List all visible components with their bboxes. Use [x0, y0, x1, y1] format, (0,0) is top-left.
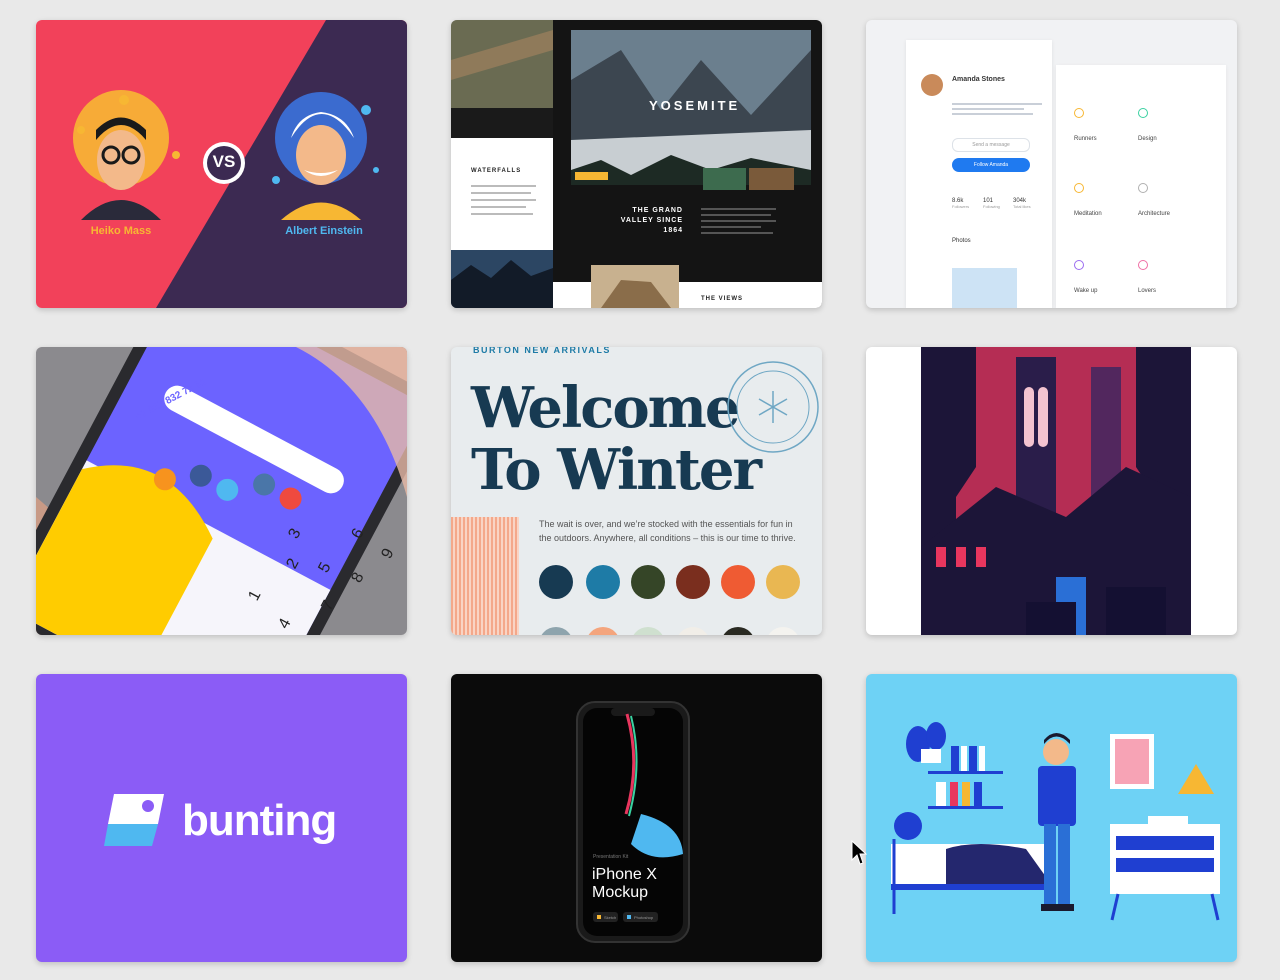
right-person-name: Albert Einstein [285, 225, 363, 237]
avatar [921, 74, 943, 96]
stat-label: Total likes [1013, 204, 1031, 209]
palette-swatch [766, 565, 800, 599]
stat-label: Followers [952, 204, 970, 209]
welcome-title-line-2: To Winter [471, 437, 762, 503]
category-design[interactable]: Design [1138, 108, 1193, 158]
iphone-title: iPhone X Mockup [592, 866, 657, 902]
category-architecture[interactable]: Architecture [1138, 183, 1198, 233]
photos-label: Photos [952, 238, 971, 244]
grand-valley-headline: THE GRAND VALLEY SINCE 1864 [611, 206, 683, 236]
category-label: Architecture [1138, 211, 1171, 217]
burton-body-text: The wait is over, and we’re stocked with… [539, 519, 796, 543]
category-icon [1074, 108, 1084, 118]
waterfalls-heading: WATERFALLS [471, 168, 522, 174]
welcome-title-line-1: Welcome [471, 375, 741, 441]
photoshop-tag: Photoshop [634, 915, 654, 920]
category-icon [1138, 108, 1148, 118]
vs-badge-text: VS [212, 152, 236, 171]
shot-card-profile[interactable]: Amanda Stones Send a message Follow Aman… [866, 20, 1237, 308]
palette-swatch [539, 565, 573, 599]
stat-following: 101 Following [983, 198, 1000, 209]
shot-card-bedroom[interactable] [866, 674, 1237, 962]
palette-swatch [631, 627, 665, 635]
headline-line-3: 1864 [663, 227, 683, 234]
mouse-cursor-icon [851, 840, 867, 865]
palette-swatch [721, 565, 755, 599]
the-views-label: THE VIEWS [701, 296, 744, 302]
category-lovers[interactable]: Lovers [1138, 260, 1193, 305]
shot-card-bunting[interactable]: bunting [36, 674, 407, 962]
category-label: Runners [1074, 136, 1097, 142]
stat-followers: 8.6k Followers [952, 198, 969, 209]
phone-app-illustration [36, 347, 407, 635]
palette-swatch [586, 565, 620, 599]
castle-illustration [921, 347, 1191, 635]
stat-likes: 304k Total likes [1013, 198, 1031, 209]
category-label: Wake up [1074, 288, 1098, 294]
yosemite-hero-title: YOSEMITE [649, 98, 741, 113]
category-icon [1138, 260, 1148, 270]
headline-line-1: THE GRAND [632, 207, 683, 214]
palette-swatch [586, 627, 620, 635]
category-label: Lovers [1138, 288, 1157, 294]
category-label: Meditation [1074, 211, 1102, 217]
shot-card-vs[interactable]: VS Heiko Mass Albert Einstein [36, 20, 407, 308]
profile-name: Amanda Stones [952, 76, 1005, 83]
profile-bio [952, 100, 1042, 118]
sketch-tag: Sketch [604, 915, 617, 920]
shot-card-phone-app[interactable]: +7 817 832 72 81 3 2 6 5 1 8 9 4 7 [36, 347, 407, 635]
shot-card-castle[interactable] [866, 347, 1237, 635]
yosemite-illustration [451, 20, 822, 308]
iphone-caption: Presentation Kit [593, 854, 629, 860]
left-person-name: Heiko Mass [90, 225, 152, 237]
stat-label: Following [983, 204, 1000, 209]
burton-kicker: BURTON NEW ARRIVALS [473, 347, 611, 355]
category-wake-up[interactable]: Wake up [1074, 260, 1129, 305]
category-icon [1074, 260, 1084, 270]
bunting-logo-text: bunting [182, 796, 337, 845]
palette-swatch [676, 565, 710, 599]
shot-card-iphone-mockup[interactable]: Presentation Kit iPhone X Mockup Sketch … [451, 674, 822, 962]
category-label: Design [1138, 136, 1157, 142]
category-icon [1138, 183, 1148, 193]
headline-line-2: VALLEY SINCE [620, 217, 683, 224]
category-meditation[interactable]: Meditation [1074, 183, 1129, 233]
winter-badge-icon [727, 361, 819, 453]
shot-card-yosemite[interactable]: YOSEMITE WATERFALLS THE GRAND VALLEY SIN… [451, 20, 822, 308]
follow-button[interactable]: Follow Amanda [952, 158, 1030, 172]
iphone-title-line-1: iPhone X [592, 866, 657, 883]
photo-thumb [952, 268, 1017, 308]
palette-swatch [631, 565, 665, 599]
send-message-button[interactable]: Send a message [952, 138, 1030, 152]
category-runners[interactable]: Runners [1074, 108, 1129, 158]
texture-strip [451, 517, 519, 635]
palette-swatch [721, 627, 755, 635]
palette-swatch [539, 627, 573, 635]
shot-card-burton[interactable]: BURTON NEW ARRIVALS Welcome To Winter Th… [451, 347, 822, 635]
iphone-title-line-2: Mockup [592, 884, 649, 901]
bunting-logo-icon [104, 794, 164, 846]
palette-swatch [766, 627, 800, 635]
category-icon [1074, 183, 1084, 193]
bedroom-illustration [891, 722, 1220, 921]
palette-swatch [676, 627, 710, 635]
